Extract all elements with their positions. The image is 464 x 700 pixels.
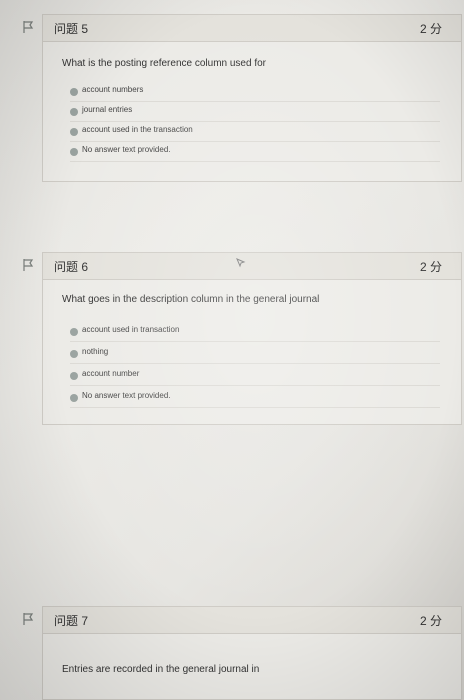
option-label: No answer text provided. [82, 145, 171, 154]
flag-icon[interactable] [22, 258, 34, 272]
question-7-header [42, 606, 462, 634]
flag-icon[interactable] [22, 20, 34, 34]
flag-icon[interactable] [22, 612, 34, 626]
radio-icon[interactable] [70, 148, 78, 156]
question-6-option-3[interactable]: account number [70, 368, 440, 386]
radio-icon[interactable] [70, 108, 78, 116]
question-5-option-1[interactable]: account numbers [70, 84, 440, 102]
question-6-option-1[interactable]: account used in transaction [70, 324, 440, 342]
question-6-header [42, 252, 462, 280]
question-7-points: 2 分 [419, 614, 442, 628]
radio-icon[interactable] [70, 88, 78, 96]
question-6-option-4[interactable]: No answer text provided. [70, 390, 440, 408]
question-7-title: 问题 7 [54, 614, 89, 628]
question-6-points: 2 分 [419, 260, 442, 274]
question-6-title: 问题 6 [54, 260, 89, 274]
radio-icon[interactable] [70, 328, 78, 336]
question-7-text: Entries are recorded in the general jour… [62, 664, 260, 675]
question-5-option-2[interactable]: journal entries [70, 104, 440, 122]
question-5-title: 问题 5 [54, 22, 89, 36]
question-5-text: What is the posting reference column use… [62, 58, 266, 69]
question-6-option-2[interactable]: nothing [70, 346, 440, 364]
question-5-option-3[interactable]: account used in the transaction [70, 124, 440, 142]
option-label: account numbers [82, 85, 144, 94]
radio-icon[interactable] [70, 394, 78, 402]
question-5-option-4[interactable]: No answer text provided. [70, 144, 440, 162]
option-label: account used in transaction [82, 325, 180, 334]
question-5-header [42, 14, 462, 42]
question-5-points: 2 分 [419, 22, 442, 36]
mouse-cursor-icon [236, 258, 246, 268]
option-label: account used in the transaction [82, 125, 193, 134]
option-label: journal entries [82, 105, 133, 114]
radio-icon[interactable] [70, 128, 78, 136]
option-label: No answer text provided. [82, 391, 171, 400]
radio-icon[interactable] [70, 350, 78, 358]
option-label: account number [82, 369, 140, 378]
option-label: nothing [82, 347, 109, 356]
radio-icon[interactable] [70, 372, 78, 380]
question-6-text: What goes in the description column in t… [62, 294, 320, 305]
